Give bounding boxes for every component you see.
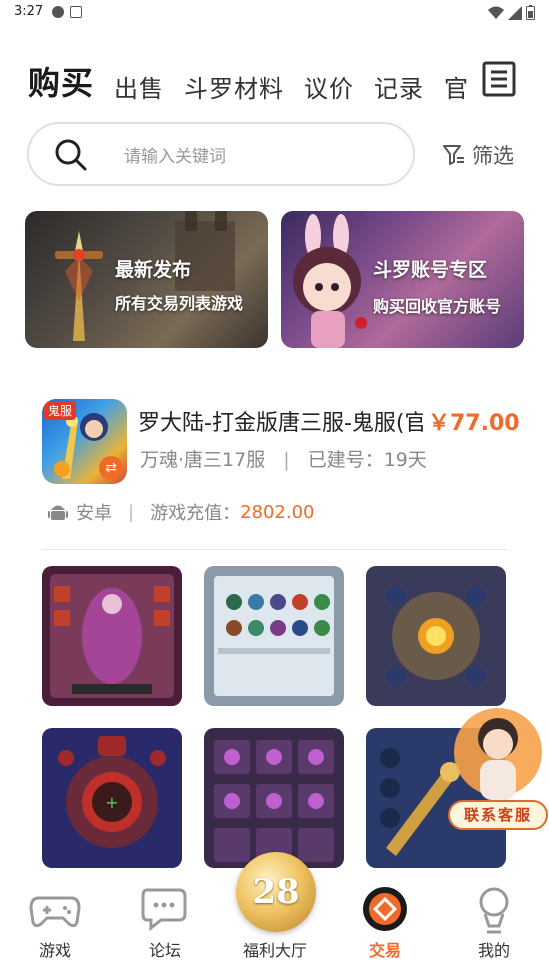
screenshot-4[interactable]: +: [42, 728, 182, 868]
tab-official[interactable]: 官: [444, 69, 469, 104]
listing-days: 已建号：19天: [307, 449, 427, 471]
game-icon: 鬼服 ⇄: [42, 399, 127, 484]
search-input[interactable]: 请输入关键词: [27, 122, 415, 186]
listing-price: ￥77.00: [428, 411, 520, 436]
tab-douluo-materials[interactable]: 斗罗材料: [184, 69, 284, 104]
screenshot-1[interactable]: [42, 566, 182, 706]
banner-2-title: 斗罗账号专区: [373, 259, 488, 281]
nav-label-mine: 我的: [477, 941, 510, 960]
status-time: 3:27: [14, 4, 44, 19]
filter-button[interactable]: 筛选: [442, 140, 514, 170]
tab-list-button[interactable]: [481, 60, 517, 98]
android-icon: [48, 505, 68, 520]
filter-icon: [443, 145, 464, 165]
platform-separator: |: [128, 501, 135, 523]
game-icon-tag: 鬼服: [44, 401, 77, 420]
listing-meta-separator: |: [283, 449, 290, 471]
nav-label-games: 游戏: [38, 941, 71, 960]
screenshot-4-image: +: [42, 728, 182, 868]
banner-1-subtitle: 所有交易列表游戏: [115, 294, 244, 313]
app-notification-icon: [70, 6, 82, 18]
banner-1-title: 最新发布: [115, 259, 192, 281]
screenshot-5-image: [204, 728, 344, 868]
recharge-label: 游戏充值：: [150, 503, 241, 524]
search-icon: [55, 139, 87, 171]
screenshot-1-image: [42, 566, 182, 706]
chat-bubbles-icon: [141, 888, 187, 932]
nav-label-forum: 论坛: [148, 941, 181, 960]
screenshot-5[interactable]: [204, 728, 344, 868]
status-bar: 3:27: [0, 0, 549, 26]
nav-label-welfare-hall: 福利大厅: [242, 941, 307, 960]
welfare-badge-icon[interactable]: 28: [236, 852, 316, 932]
filter-label: 筛选: [472, 144, 514, 168]
list-menu-icon: [482, 61, 516, 97]
contact-support-button[interactable]: 联系客服: [448, 800, 548, 830]
listing-meta: 万魂·唐三17服 | 已建号：19天: [140, 445, 427, 472]
nav-label-trade: 交易: [368, 941, 401, 960]
battery-icon: [526, 5, 535, 20]
screenshot-2-image: [204, 566, 344, 706]
banner-latest-release[interactable]: 最新发布 所有交易列表游戏: [25, 211, 268, 348]
screenshot-3[interactable]: [366, 566, 506, 706]
swap-icon: ⇄: [99, 456, 123, 480]
screenshot-3-image: [366, 566, 506, 706]
wifi-icon: [488, 6, 504, 19]
nav-item-mine[interactable]: 我的: [439, 878, 549, 977]
top-tabs: 购买 出售 斗罗材料 议价 记录 官: [28, 58, 498, 104]
svg-text:+: +: [105, 793, 118, 812]
status-notification-icons: [52, 6, 82, 18]
tab-bargain[interactable]: 议价: [304, 69, 354, 104]
platform-label: 安卓: [76, 503, 112, 524]
search-placeholder: 请输入关键词: [124, 146, 226, 167]
gamepad-icon: [29, 896, 81, 928]
banner-douluo-account-zone[interactable]: 斗罗账号专区 购买回收官方账号: [281, 211, 524, 348]
banner-2-subtitle: 购买回收官方账号: [373, 297, 502, 316]
listing-divider: [42, 549, 507, 550]
nav-item-games[interactable]: 游戏: [0, 878, 110, 977]
screenshot-2[interactable]: [204, 566, 344, 706]
trade-icon: [363, 887, 407, 931]
signal-icon: [508, 5, 522, 20]
listing-title: 罗大陆-打金版唐三服-鬼服(官: [138, 411, 423, 436]
notification-icon: [52, 6, 64, 18]
tab-records[interactable]: 记录: [374, 69, 424, 104]
profile-icon: [479, 887, 509, 934]
platform-row: 安卓 | 游戏充值： 2802.00: [48, 499, 315, 525]
tab-buy[interactable]: 购买: [28, 58, 94, 104]
listing-server: 万魂·唐三17服: [140, 449, 266, 471]
status-system-icons: [488, 5, 535, 20]
nav-item-forum[interactable]: 论坛: [110, 878, 220, 977]
recharge-value: 2802.00: [240, 501, 315, 523]
nav-item-trade[interactable]: 交易: [330, 878, 440, 977]
tab-sell[interactable]: 出售: [114, 69, 164, 104]
